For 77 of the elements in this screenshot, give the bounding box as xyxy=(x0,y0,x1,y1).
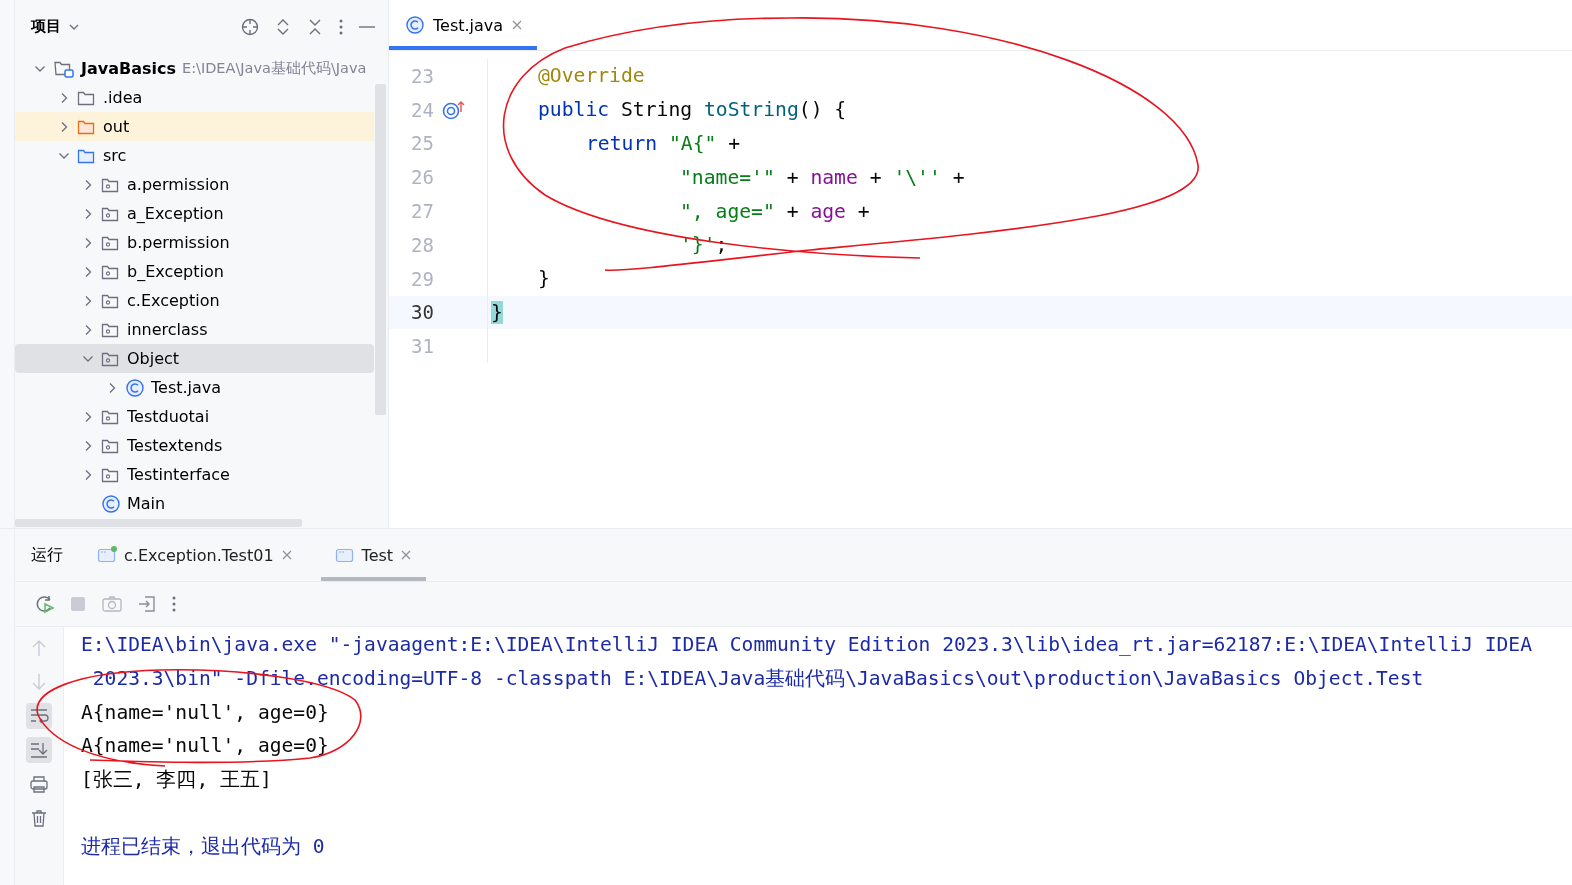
code-line: return "A{" + xyxy=(586,132,741,155)
console-line: 进程已结束，退出代码为 0 xyxy=(81,834,326,861)
item-label: Testextends xyxy=(127,436,223,455)
line-number: 30 xyxy=(410,301,434,324)
item-label: a.permission xyxy=(127,175,230,194)
tree-item[interactable]: innerclass xyxy=(15,315,374,344)
tree-item[interactable]: Test.java xyxy=(15,373,374,402)
editor-tab[interactable]: Test.java xyxy=(389,0,538,50)
item-label: Test.java xyxy=(151,378,222,397)
tree-item[interactable]: JavaBasics E:\IDEA\Java基础代码\Java xyxy=(15,54,374,83)
code-line: public String toString() { xyxy=(538,98,847,122)
scrollbar[interactable] xyxy=(15,519,302,527)
line-number: 28 xyxy=(410,233,434,256)
print-icon[interactable] xyxy=(29,774,49,794)
line-number: 24 xyxy=(410,98,434,121)
item-label: out xyxy=(103,117,130,136)
rerun-icon[interactable] xyxy=(35,594,55,614)
tree-item[interactable]: c.Exception xyxy=(15,286,374,315)
item-label: a_Exception xyxy=(127,204,224,223)
tree-item[interactable]: a.permission xyxy=(15,170,374,199)
panel-title: 运行 xyxy=(31,544,63,566)
line-number: 26 xyxy=(410,166,434,189)
code-line: "name='" + name + '\'' + xyxy=(680,165,965,189)
more-icon[interactable] xyxy=(171,594,177,614)
item-label: JavaBasics xyxy=(81,59,176,78)
console-line: A{name='null', age=0} xyxy=(81,699,330,726)
soft-wrap-button[interactable] xyxy=(26,703,52,729)
console-line: E:\IDEA\bin\java.exe "-javaagent:E:\IDEA\IntelliJ IDEA Community Edition 2023.3\lib\idea_rt.jar=62187:E:\IDEA\IntelliJ IDEA xyxy=(81,632,1532,659)
item-label: Testduotai xyxy=(127,407,210,426)
tree-item[interactable]: out xyxy=(15,112,374,141)
console-line: [张三, 李四, 王五] xyxy=(81,767,273,794)
project-path: E:\IDEA\Java基础代码\Java xyxy=(182,59,367,78)
tree-item[interactable]: Object xyxy=(15,344,374,373)
line-number: 25 xyxy=(410,132,434,155)
trash-icon[interactable] xyxy=(29,808,49,828)
exit-icon[interactable] xyxy=(137,594,157,614)
item-label: b_Exception xyxy=(127,262,224,281)
tree-item[interactable]: Testextends xyxy=(15,431,374,460)
close-icon[interactable] xyxy=(280,549,293,561)
item-label: Main xyxy=(127,494,166,513)
item-label: c.Exception xyxy=(127,291,220,310)
close-icon[interactable] xyxy=(511,19,524,31)
run-tab[interactable]: c.Exception.Test01 xyxy=(83,529,307,581)
tree-item[interactable]: b_Exception xyxy=(15,257,374,286)
camera-icon[interactable] xyxy=(101,594,123,614)
scroll-to-end-button[interactable] xyxy=(26,737,52,763)
tree-item[interactable]: a_Exception xyxy=(15,199,374,228)
tree-item[interactable]: .idea xyxy=(15,83,374,112)
tree-item[interactable]: b.permission xyxy=(15,228,374,257)
close-icon[interactable] xyxy=(400,549,413,561)
panel-title[interactable]: 项目 xyxy=(31,17,61,36)
code-line: } xyxy=(538,267,550,291)
class-icon xyxy=(405,15,425,35)
item-label: src xyxy=(103,146,127,165)
code-line: @Override xyxy=(538,64,645,88)
window-icon xyxy=(334,546,355,564)
tree-item[interactable]: Testinterface xyxy=(15,460,374,489)
line-number: 27 xyxy=(410,200,434,223)
window-icon xyxy=(97,546,117,564)
item-label: Testinterface xyxy=(127,465,230,484)
item-label: b.permission xyxy=(127,233,230,252)
code-line: ", age=" + age + xyxy=(680,199,870,223)
item-label: innerclass xyxy=(127,320,208,339)
class-icon xyxy=(101,493,121,514)
item-label: Object xyxy=(127,349,180,368)
line-number: 31 xyxy=(410,335,434,358)
item-label: .idea xyxy=(103,88,143,107)
class-icon xyxy=(125,377,145,398)
line-number: 23 xyxy=(410,64,434,87)
tree-item[interactable]: Main xyxy=(15,489,374,518)
override-marker-icon[interactable] xyxy=(442,98,466,121)
tree-item[interactable]: src xyxy=(15,141,374,170)
line-number: 29 xyxy=(410,267,434,290)
console-line: A{name='null', age=0} xyxy=(81,733,330,760)
tree-item[interactable]: Testduotai xyxy=(15,402,374,431)
crosshair-icon[interactable] xyxy=(240,16,260,37)
scrollbar[interactable] xyxy=(375,84,386,415)
